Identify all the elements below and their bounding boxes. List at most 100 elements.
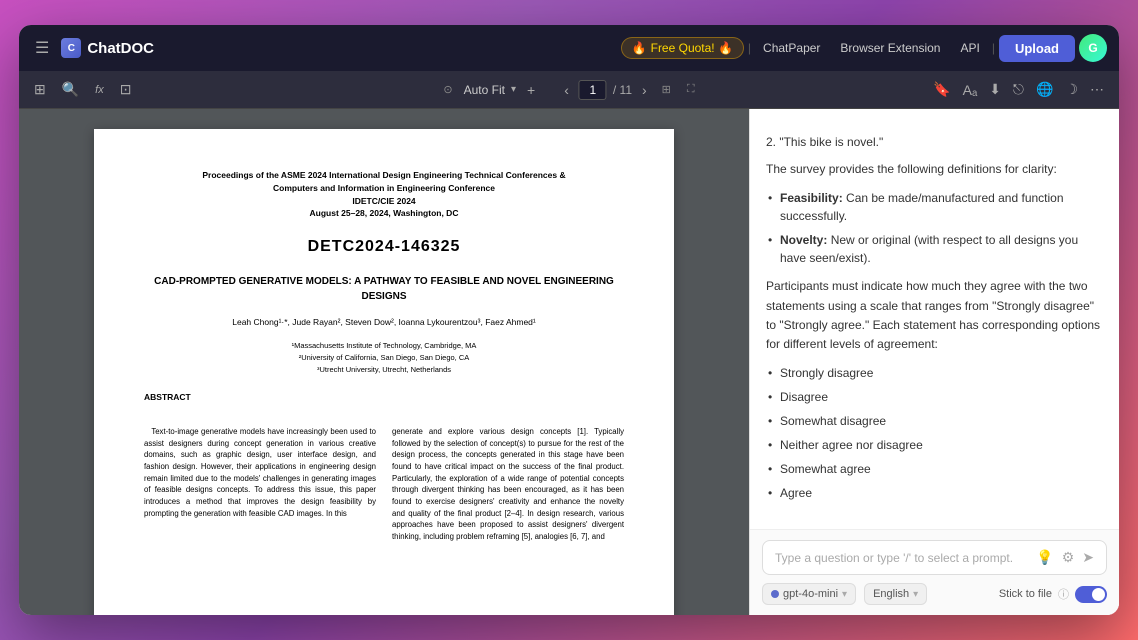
model-label: gpt-4o-mini <box>783 588 838 600</box>
scale-option-1: Strongly disagree <box>766 364 1103 382</box>
app-window: ☰ C ChatDOC 🔥 Free Quota! 🔥 | ChatPaper … <box>19 25 1119 615</box>
scale-option-2: Disagree <box>766 388 1103 406</box>
chat-input[interactable] <box>775 551 1028 565</box>
zoom-label: ⊙ <box>438 80 457 99</box>
scale-options-list: Strongly disagree Disagree Somewhat disa… <box>766 364 1103 502</box>
chat-numbered-items: 2. "This bike is novel." <box>766 133 1103 152</box>
brand-logo: C <box>61 38 81 58</box>
search-icon[interactable]: 🔍 <box>57 78 84 101</box>
affiliation-2: ²University of California, San Diego, Sa… <box>144 352 624 364</box>
avatar[interactable]: G <box>1079 34 1107 62</box>
pdf-abstract: ABSTRACT <box>144 392 624 410</box>
more-icon[interactable]: ⋯ <box>1085 78 1109 101</box>
page-menu-icon[interactable]: ⊞ <box>657 80 676 99</box>
pdf-viewer[interactable]: © ASME 2024 11 Jul 2024 Proceedings of t… <box>19 109 749 615</box>
chat-input-box: 💡 ⚙ ➤ <box>762 540 1107 575</box>
zoom-chevron-icon[interactable]: ▾ <box>511 84 516 95</box>
definition-feasibility: Feasibility: Can be made/manufactured an… <box>766 189 1103 225</box>
browser-extension-link[interactable]: Browser Extension <box>832 37 948 59</box>
settings-icon[interactable]: ⚙ <box>1062 549 1075 566</box>
zoom-add-icon[interactable]: + <box>522 79 540 101</box>
pdf-header-line1: Proceedings of the ASME 2024 Internation… <box>144 169 624 182</box>
quota-badge[interactable]: 🔥 Free Quota! 🔥 <box>621 37 744 59</box>
fx-icon[interactable]: fx <box>90 81 109 99</box>
toolbar-center: ⊙ Auto Fit ▾ + ‹ / 11 › ⊞ ⛶ <box>438 79 699 101</box>
definition-novelty: Novelty: New or original (with respect t… <box>766 231 1103 267</box>
model-chevron-icon: ▾ <box>842 589 847 600</box>
brand-name: ChatDOC <box>87 40 154 57</box>
next-page-button[interactable]: › <box>638 80 651 100</box>
toolbar: ⊞ 🔍 fx ⊡ ⊙ Auto Fit ▾ + ‹ / 11 › ⊞ ⛶ 🔖 A <box>19 71 1119 109</box>
chat-item-2: 2. "This bike is novel." <box>766 133 1103 152</box>
share-icon[interactable]: ⎋ <box>1008 78 1029 101</box>
pdf-authors: Leah Chong¹·*, Jude Rayan², Steven Dow²,… <box>144 316 624 330</box>
upload-button[interactable]: Upload <box>999 35 1075 62</box>
language-label: English <box>873 588 909 600</box>
stick-to-file-toggle[interactable] <box>1075 586 1107 603</box>
chat-footer: gpt-4o-mini ▾ English ▾ Stick to file ⓘ <box>762 583 1107 605</box>
font-icon[interactable]: Aₐ <box>958 79 983 101</box>
stick-to-file-label: Stick to file <box>999 588 1052 600</box>
chat-content: 2. "This bike is novel." The survey prov… <box>750 109 1119 529</box>
pdf-doc-id: DETC2024-146325 <box>144 236 624 258</box>
stick-to-file: Stick to file ⓘ <box>999 586 1107 603</box>
scale-intro-text: Participants must indicate how much they… <box>766 277 1103 354</box>
brand: C ChatDOC <box>61 38 154 58</box>
affiliation-3: ³Utrecht University, Utrecht, Netherland… <box>144 364 624 376</box>
navbar: ☰ C ChatDOC 🔥 Free Quota! 🔥 | ChatPaper … <box>19 25 1119 71</box>
page-input[interactable] <box>579 80 607 100</box>
pdf-col2: generate and explore various design conc… <box>392 426 624 543</box>
grid-icon[interactable]: ⊞ <box>29 78 51 101</box>
language-select[interactable]: English ▾ <box>864 583 927 605</box>
fire-icon: 🔥 <box>632 41 647 55</box>
abstract-text: Text-to-image generative models have inc… <box>144 426 376 520</box>
send-icon[interactable]: ➤ <box>1082 549 1094 566</box>
quota-label: Free Quota! 🔥 <box>651 41 733 55</box>
api-link[interactable]: API <box>952 37 987 59</box>
definitions-list: Feasibility: Can be made/manufactured an… <box>766 189 1103 267</box>
info-icon[interactable]: ⓘ <box>1058 586 1069 602</box>
pdf-affiliations: ¹Massachusetts Institute of Technology, … <box>144 340 624 376</box>
main-content: © ASME 2024 11 Jul 2024 Proceedings of t… <box>19 109 1119 615</box>
menu-icon[interactable]: ☰ <box>31 34 53 62</box>
pdf-section: ABSTRACT Text-to-image generative models… <box>144 392 624 543</box>
definitions-section: Feasibility: Can be made/manufactured an… <box>766 189 1103 267</box>
scale-option-4: Neither agree nor disagree <box>766 436 1103 454</box>
pdf-title: CAD-PROMPTED GENERATIVE MODELS: A PATHWA… <box>144 274 624 304</box>
survey-intro-text: The survey provides the following defini… <box>766 160 1103 179</box>
model-dot <box>771 590 779 598</box>
prev-page-button[interactable]: ‹ <box>560 80 573 100</box>
lang-chevron-icon: ▾ <box>913 589 918 600</box>
toolbar-layout: ⊞ 🔍 fx ⊡ ⊙ Auto Fit ▾ + ‹ / 11 › ⊞ ⛶ 🔖 A <box>29 78 1109 101</box>
chat-input-area: 💡 ⚙ ➤ gpt-4o-mini ▾ English ▾ Sti <box>750 529 1119 615</box>
moon-icon[interactable]: ☽ <box>1060 78 1083 101</box>
nav-links: 🔥 Free Quota! 🔥 | ChatPaper Browser Exte… <box>621 34 1107 62</box>
scale-option-6: Agree <box>766 484 1103 502</box>
toolbar-right: 🔖 Aₐ ⬇ ⎋ 🌐 ☽ ⋯ <box>928 78 1109 101</box>
col2-text: generate and explore various design conc… <box>392 426 624 543</box>
globe-icon[interactable]: 🌐 <box>1031 78 1058 101</box>
pdf-header-line3: IDETC/CIE 2024 <box>144 195 624 208</box>
nav-divider-1: | <box>748 41 751 55</box>
scale-option-5: Somewhat agree <box>766 460 1103 478</box>
abstract-title: ABSTRACT <box>144 392 624 404</box>
page-total: / 11 <box>613 83 632 97</box>
zoom-text: Auto Fit <box>464 83 505 97</box>
bookmark-icon[interactable]: 🔖 <box>928 78 955 101</box>
download-icon[interactable]: ⬇ <box>984 78 1006 101</box>
screenshot-icon[interactable]: ⊡ <box>115 78 137 101</box>
model-select[interactable]: gpt-4o-mini ▾ <box>762 583 856 605</box>
light-bulb-icon[interactable]: 💡 <box>1036 549 1053 566</box>
scale-option-3: Somewhat disagree <box>766 412 1103 430</box>
page-expand-icon[interactable]: ⛶ <box>682 80 700 99</box>
nav-divider-2: | <box>992 41 995 55</box>
toolbar-left: ⊞ 🔍 fx ⊡ <box>29 78 136 101</box>
pdf-header-line2: Computers and Information in Engineering… <box>144 182 624 195</box>
affiliation-1: ¹Massachusetts Institute of Technology, … <box>144 340 624 352</box>
pdf-col1: Text-to-image generative models have inc… <box>144 426 376 543</box>
brand-logo-letter: C <box>68 43 75 54</box>
chatpaper-link[interactable]: ChatPaper <box>755 37 828 59</box>
scale-options-section: Strongly disagree Disagree Somewhat disa… <box>766 364 1103 502</box>
pdf-page: © ASME 2024 11 Jul 2024 Proceedings of t… <box>94 129 674 615</box>
pdf-header-line4: August 25–28, 2024, Washington, DC <box>144 207 624 220</box>
